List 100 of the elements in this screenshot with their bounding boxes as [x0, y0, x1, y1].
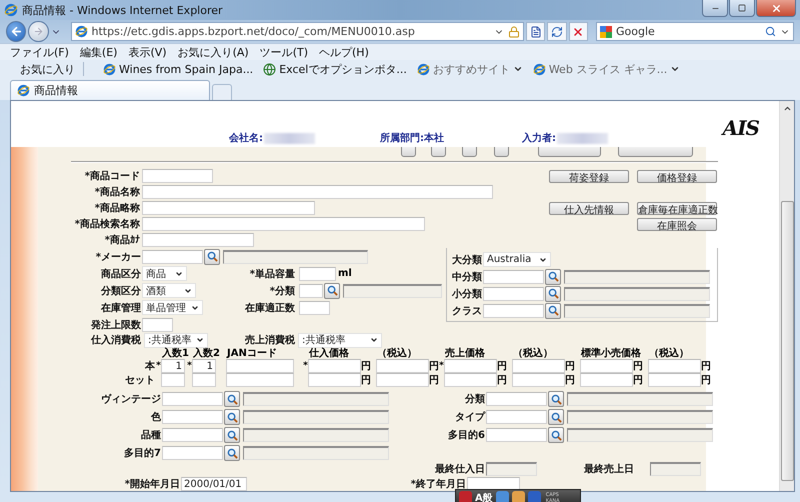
column-header: 標準小売価格 — [580, 346, 642, 360]
maximize-button[interactable] — [729, 0, 755, 17]
input-field[interactable] — [486, 428, 547, 442]
input-field[interactable] — [299, 300, 330, 314]
refresh-button[interactable] — [547, 22, 567, 41]
menu-item[interactable]: お気に入り(A) — [178, 44, 249, 60]
favorite-link[interactable]: Wines from Spain Japa... — [101, 62, 256, 76]
favorites-button[interactable]: お気に入り — [10, 62, 77, 76]
search-button[interactable] — [224, 391, 240, 407]
input-field[interactable] — [486, 392, 547, 406]
search-button[interactable] — [324, 282, 340, 298]
date-field[interactable]: 2000/01/01 — [181, 477, 247, 491]
action-button[interactable]: 在庫照会 — [637, 218, 717, 230]
menu-item[interactable]: ヘルプ(H) — [319, 44, 369, 60]
dropdown[interactable]: :共通税率 — [298, 332, 382, 348]
back-button[interactable] — [6, 21, 26, 42]
column-header: （税込） — [512, 346, 554, 360]
input-field[interactable] — [308, 359, 361, 373]
unit-label: 円 — [565, 360, 575, 373]
input-field[interactable]: 1 — [192, 359, 216, 373]
action-button[interactable]: 倉庫毎在庫適正数 — [637, 202, 717, 214]
menu-item[interactable]: ツール(T) — [260, 44, 308, 60]
scroll-thumb[interactable] — [780, 201, 794, 481]
input-field[interactable] — [142, 250, 203, 264]
input-field[interactable] — [142, 217, 425, 231]
input-field[interactable] — [512, 373, 565, 387]
favorite-link[interactable]: おすすめサイト — [414, 62, 525, 76]
input-field[interactable] — [376, 373, 429, 387]
search-box[interactable]: Google — [596, 22, 794, 41]
input-field[interactable] — [226, 359, 294, 373]
field-label: *メーカー — [94, 250, 142, 264]
search-button[interactable] — [545, 302, 561, 318]
menu-item[interactable]: ファイル(F) — [10, 44, 69, 60]
dropdown[interactable]: Australia — [483, 252, 551, 267]
dropdown[interactable]: 単品管理 — [142, 300, 203, 315]
scrollbar[interactable] — [779, 101, 794, 491]
input-field[interactable] — [648, 359, 701, 373]
compatibility-button[interactable] — [526, 22, 546, 41]
input-field[interactable] — [142, 185, 493, 199]
favorite-link[interactable]: Web スライス ギャラ... — [530, 62, 682, 76]
input-field[interactable] — [162, 446, 223, 460]
search-button[interactable] — [548, 409, 564, 425]
search-button[interactable] — [548, 427, 564, 443]
input-field[interactable] — [162, 410, 223, 424]
dropdown[interactable]: 商品 — [142, 266, 187, 281]
input-field[interactable] — [376, 359, 429, 373]
input-field[interactable] — [192, 373, 216, 387]
input-field[interactable] — [142, 233, 254, 247]
input-field[interactable] — [483, 304, 544, 318]
nav-button[interactable] — [618, 147, 693, 157]
input-field[interactable] — [142, 169, 213, 183]
input-field[interactable] — [162, 392, 223, 406]
search-button[interactable] — [224, 409, 240, 425]
input-field[interactable] — [162, 428, 223, 442]
search-button[interactable] — [204, 248, 220, 264]
search-field[interactable]: Google — [616, 25, 761, 38]
input-field[interactable] — [308, 373, 361, 387]
search-button[interactable] — [545, 268, 561, 284]
input-field[interactable] — [580, 373, 633, 387]
favorite-link[interactable]: Excelでオプションボタ... — [261, 62, 409, 76]
input-field[interactable] — [444, 359, 497, 373]
nav-button[interactable] — [462, 147, 477, 157]
menu-item[interactable]: 編集(E) — [80, 44, 118, 60]
input-field[interactable] — [648, 373, 701, 387]
stop-button[interactable] — [568, 22, 588, 41]
input-field[interactable] — [142, 201, 315, 215]
search-button[interactable] — [548, 391, 564, 407]
forward-button[interactable] — [28, 21, 48, 42]
action-button[interactable]: 価格登録 — [637, 170, 717, 182]
search-button[interactable] — [545, 286, 561, 302]
new-tab-button[interactable] — [212, 84, 232, 100]
input-field[interactable] — [486, 410, 547, 424]
nav-button[interactable] — [538, 147, 601, 157]
dropdown[interactable]: :共通税率 — [144, 332, 208, 348]
menu-item[interactable]: 表示(V) — [128, 44, 167, 60]
action-button[interactable]: 荷姿登録 — [549, 170, 629, 182]
browser-tab[interactable]: 商品情報 — [10, 80, 210, 100]
input-field[interactable] — [580, 359, 633, 373]
input-field[interactable] — [299, 266, 336, 280]
nav-button[interactable] — [494, 147, 509, 157]
dropdown[interactable]: 酒類 — [142, 283, 196, 298]
input-field[interactable]: 1 — [161, 359, 185, 373]
input-field[interactable] — [142, 318, 173, 332]
input-field[interactable] — [444, 373, 497, 387]
close-button[interactable] — [756, 0, 796, 17]
input-field[interactable] — [226, 373, 294, 387]
nav-button[interactable] — [431, 147, 446, 157]
input-field[interactable] — [512, 359, 565, 373]
search-button[interactable] — [224, 445, 240, 461]
input-field[interactable] — [161, 373, 185, 387]
scroll-up-icon[interactable] — [782, 104, 792, 113]
lock-icon — [508, 26, 520, 38]
input-field[interactable] — [483, 270, 544, 284]
nav-button[interactable] — [401, 147, 416, 157]
input-field[interactable] — [299, 284, 323, 298]
action-button[interactable]: 仕入先情報 — [549, 202, 629, 214]
input-field[interactable] — [483, 286, 544, 300]
minimize-button[interactable] — [702, 0, 728, 17]
search-button[interactable] — [224, 427, 240, 443]
address-field[interactable]: https://etc.gdis.apps.bzport.net/doco/_com/MENU0010.asp — [70, 22, 524, 41]
